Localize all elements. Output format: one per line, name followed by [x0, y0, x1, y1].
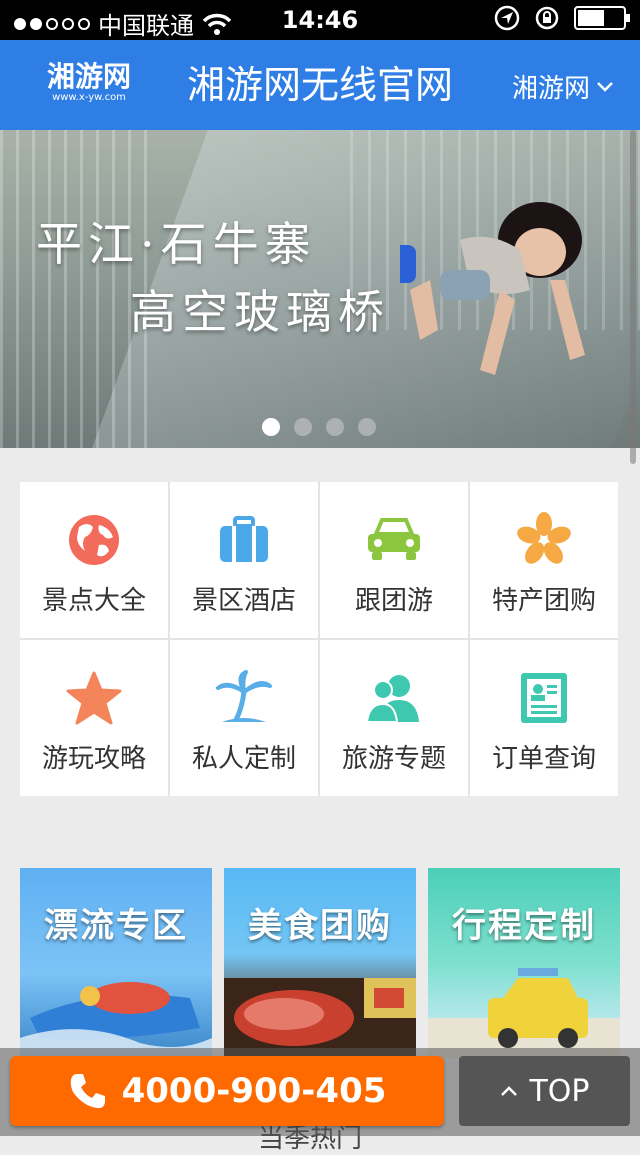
hotline-number: 4000-900-405 — [121, 1071, 387, 1111]
grid-item-attractions[interactable]: 景点大全 — [20, 482, 168, 638]
rafting-image — [20, 982, 212, 1058]
site-selector-dropdown[interactable]: 湘游网 — [512, 68, 614, 105]
itinerary-image — [428, 968, 620, 1058]
promo-card-label: 漂流专区 — [44, 906, 188, 946]
wifi-icon — [202, 13, 232, 35]
grid-item-label: 特产团购 — [491, 586, 596, 616]
grid-item-hotels[interactable]: 景区酒店 — [170, 482, 318, 638]
carousel-dot-active[interactable] — [262, 418, 280, 436]
banner-title-line2: 高空玻璃桥 — [130, 285, 390, 339]
promo-cards: 漂流专区 美食团购 行程定制 — [20, 868, 620, 1058]
rotation-lock-icon — [535, 6, 559, 30]
promo-card-food[interactable]: 美食团购 — [224, 868, 416, 1058]
carrier-signal: 中国联通 — [14, 6, 232, 41]
grid-item-label: 订单查询 — [491, 744, 596, 774]
signal-strength-icon — [14, 17, 90, 30]
chevron-up-icon — [501, 1086, 518, 1096]
logo-url: www.x-yw.com — [52, 92, 126, 103]
grid-item-label: 景点大全 — [41, 586, 146, 616]
flower-icon — [514, 510, 574, 570]
chevron-down-icon — [597, 81, 613, 92]
page-scrollbar[interactable] — [630, 130, 636, 464]
grid-item-label: 跟团游 — [354, 586, 433, 616]
grid-item-label: 景区酒店 — [191, 586, 296, 616]
star-icon — [64, 668, 124, 728]
site-header: 湘游网 www.x-yw.com 湘游网无线官网 湘游网 — [0, 40, 640, 130]
back-to-top-button[interactable]: TOP — [459, 1056, 630, 1126]
document-icon — [514, 668, 574, 728]
carousel-pager — [262, 418, 376, 436]
phone-icon — [70, 1074, 105, 1109]
grid-item-topics[interactable]: 旅游专题 — [320, 640, 468, 796]
call-hotline-button[interactable]: 4000-900-405 — [10, 1056, 444, 1126]
banner-person-image — [400, 202, 585, 375]
grid-item-label: 旅游专题 — [341, 744, 446, 774]
grid-item-label: 私人定制 — [191, 744, 296, 774]
promo-card-label: 美食团购 — [248, 906, 392, 946]
carousel-dot[interactable] — [358, 418, 376, 436]
banner-carousel[interactable]: 平江·石牛寨 高空玻璃桥 — [0, 130, 640, 448]
grid-item-group-tours[interactable]: 跟团游 — [320, 482, 468, 638]
grid-item-private-custom[interactable]: 私人定制 — [170, 640, 318, 796]
palm-tree-icon — [214, 668, 274, 728]
promo-card-itinerary[interactable]: 行程定制 — [428, 868, 620, 1058]
back-to-top-label: TOP — [529, 1073, 590, 1109]
suitcase-icon — [214, 510, 274, 570]
promo-card-label: 行程定制 — [452, 906, 596, 946]
carousel-dot[interactable] — [326, 418, 344, 436]
users-icon — [364, 668, 424, 728]
globe-icon — [64, 510, 124, 570]
carrier-name: 中国联通 — [98, 12, 194, 40]
food-image — [224, 978, 416, 1058]
status-bar: 中国联通 14:46 — [0, 0, 640, 40]
grid-item-local-specialties[interactable]: 特产团购 — [470, 482, 618, 638]
grid-item-label: 游玩攻略 — [41, 744, 146, 774]
site-logo[interactable]: 湘游网 www.x-yw.com — [46, 62, 132, 106]
carousel-dot[interactable] — [294, 418, 312, 436]
logo-text: 湘游网 — [46, 60, 131, 93]
grid-item-travel-guides[interactable]: 游玩攻略 — [20, 640, 168, 796]
site-selector-label: 湘游网 — [511, 74, 590, 104]
category-grid: 景点大全 景区酒店 跟团游 特产团购 游玩攻略 私人定制 旅游专题 订单查询 — [20, 482, 618, 796]
promo-card-rafting[interactable]: 漂流专区 — [20, 868, 212, 1058]
banner-title-line1: 平江·石牛寨 — [36, 217, 317, 271]
location-icon — [494, 5, 520, 31]
grid-item-order-lookup[interactable]: 订单查询 — [470, 640, 618, 796]
battery-icon — [574, 6, 630, 30]
car-icon — [364, 510, 424, 570]
